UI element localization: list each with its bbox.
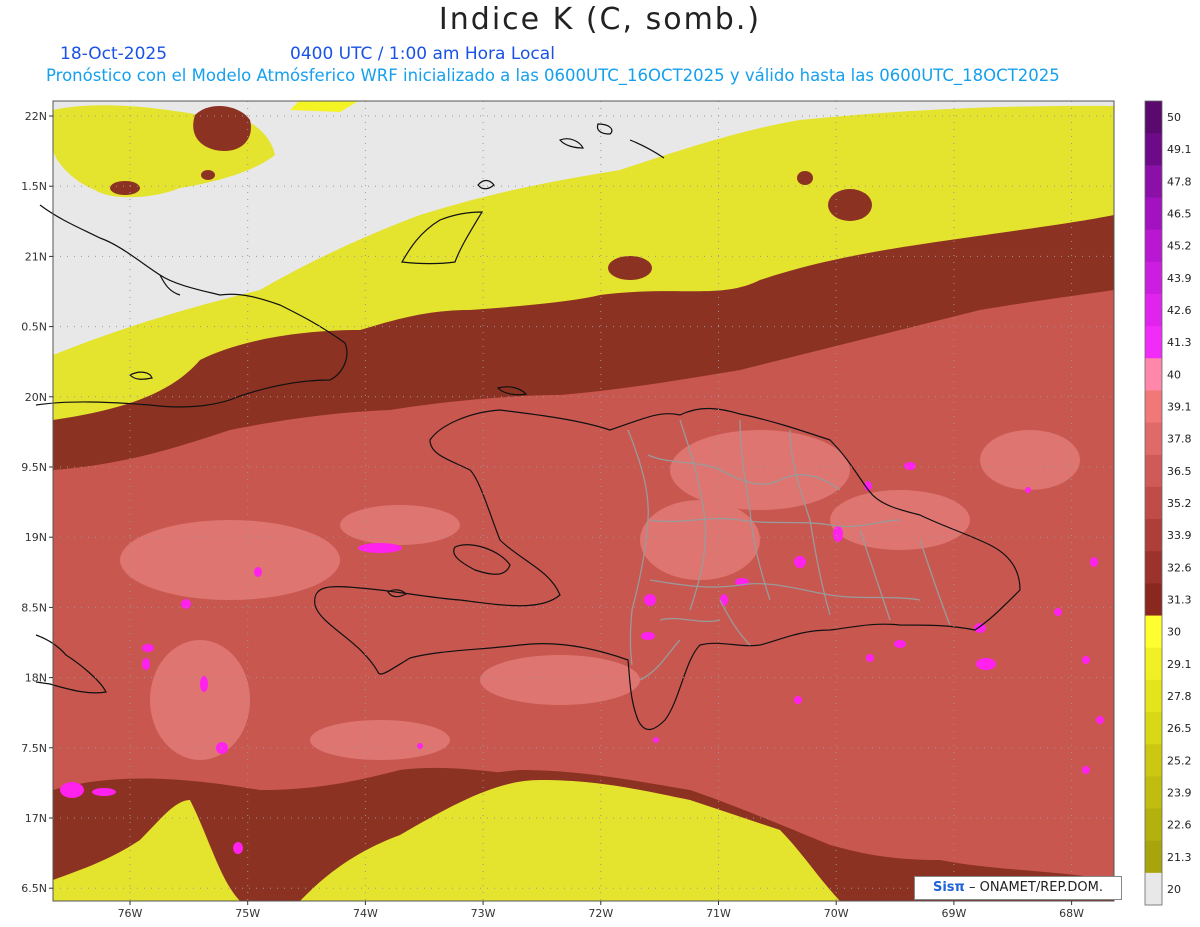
credit-text: – ONAMET/REP.DOM. bbox=[968, 880, 1103, 895]
colorbar-swatch bbox=[1145, 454, 1162, 488]
colorbar-swatch bbox=[1145, 326, 1162, 359]
lat-label: 18N bbox=[25, 672, 47, 685]
lon-axis: 76W 75W 74W 73W 72W 71W 70W 69W 68W bbox=[118, 901, 1084, 920]
colorbar-label: 32.6 bbox=[1167, 561, 1192, 574]
lat-label: 22N bbox=[25, 110, 47, 123]
colorbar-swatch bbox=[1145, 840, 1162, 874]
lon-label: 73W bbox=[471, 907, 496, 920]
colorbar-swatch bbox=[1145, 615, 1162, 649]
colorbar-label: 50 bbox=[1167, 111, 1181, 124]
colorbar-swatch bbox=[1145, 165, 1162, 198]
lat-label: 1.5N bbox=[21, 180, 47, 193]
colorbar-label: 42.6 bbox=[1167, 304, 1192, 317]
colorbar-label: 37.8 bbox=[1167, 433, 1192, 446]
colorbar-label: 26.5 bbox=[1167, 722, 1192, 735]
colorbar-swatch bbox=[1145, 390, 1162, 424]
colorbar-swatch bbox=[1145, 776, 1162, 810]
lon-label: 71W bbox=[706, 907, 731, 920]
map-field bbox=[53, 101, 1114, 901]
colorbar-swatch bbox=[1145, 872, 1162, 906]
colorbar-swatch bbox=[1145, 261, 1162, 295]
colorbar-label: 36.5 bbox=[1167, 465, 1192, 478]
colorbar-swatch bbox=[1145, 229, 1162, 263]
colorbar-swatch bbox=[1145, 197, 1162, 231]
lon-label: 72W bbox=[588, 907, 613, 920]
lon-label: 70W bbox=[824, 907, 849, 920]
colorbar-label: 22.6 bbox=[1167, 819, 1192, 832]
colorbar-swatch bbox=[1145, 712, 1162, 745]
lat-label: 19N bbox=[25, 531, 47, 544]
colorbar-swatch bbox=[1145, 422, 1162, 456]
colorbar-swatch bbox=[1145, 486, 1162, 520]
colorbar-label: 31.3 bbox=[1167, 593, 1192, 606]
colorbar-label: 43.9 bbox=[1167, 272, 1192, 285]
colorbar-label: 20 bbox=[1167, 883, 1181, 896]
colorbar-label: 30 bbox=[1167, 626, 1181, 639]
colorbar-label: 29.1 bbox=[1167, 658, 1192, 671]
lon-label: 68W bbox=[1059, 907, 1084, 920]
lat-label: 17N bbox=[25, 812, 47, 825]
colorbar-label: 41.3 bbox=[1167, 336, 1192, 349]
lat-label: 21N bbox=[25, 250, 47, 263]
lat-label: 7.5N bbox=[21, 742, 47, 755]
credit-box: Sisπ – ONAMET/REP.DOM. bbox=[914, 876, 1122, 900]
lon-label: 75W bbox=[235, 907, 260, 920]
colorbar-swatch bbox=[1145, 101, 1162, 134]
colorbar-swatch bbox=[1145, 744, 1162, 777]
colorbar-swatch bbox=[1145, 133, 1162, 166]
colorbar-swatch bbox=[1145, 519, 1162, 552]
colorbar-label: 35.2 bbox=[1167, 497, 1192, 510]
lat-label: 9.5N bbox=[21, 461, 47, 474]
colorbar-label: 27.8 bbox=[1167, 690, 1192, 703]
lat-label: 20N bbox=[25, 391, 47, 404]
colorbar-swatch bbox=[1145, 583, 1162, 617]
colorbar-label: 33.9 bbox=[1167, 529, 1192, 542]
colorbar-label: 47.8 bbox=[1167, 175, 1192, 188]
colorbar-swatch bbox=[1145, 551, 1162, 584]
colorbar-swatch bbox=[1145, 358, 1162, 391]
colorbar-label: 39.1 bbox=[1167, 401, 1192, 414]
colorbar-label: 46.5 bbox=[1167, 208, 1192, 221]
colorbar-swatch bbox=[1145, 808, 1162, 842]
colorbar-label: 23.9 bbox=[1167, 786, 1192, 799]
lon-label: 69W bbox=[941, 907, 966, 920]
colorbar-label: 49.1 bbox=[1167, 143, 1192, 156]
lon-label: 74W bbox=[353, 907, 378, 920]
colorbar-label: 21.3 bbox=[1167, 851, 1192, 864]
colorbar-label: 25.2 bbox=[1167, 754, 1192, 767]
colorbar-label: 45.2 bbox=[1167, 240, 1192, 253]
colorbar: 50 49.1 47.8 46.5 45.2 43.9 42.6 41.3 40 39.1 37.8… bbox=[1144, 100, 1192, 906]
lon-label: 76W bbox=[118, 907, 143, 920]
colorbar-swatch bbox=[1145, 647, 1162, 681]
colorbar-label: 40 bbox=[1167, 368, 1181, 381]
lat-axis: 22N 1.5N 21N 0.5N 20N 9.5N 19N 8.5N 18N 7.5N 17N 6.… bbox=[21, 110, 53, 895]
sispi-logo: Sisπ bbox=[932, 880, 965, 895]
colorbar-swatch bbox=[1145, 293, 1162, 327]
lat-label: 0.5N bbox=[21, 321, 47, 334]
lat-label: 8.5N bbox=[21, 601, 47, 614]
colorbar-swatch bbox=[1145, 679, 1162, 713]
lat-label: 6.5N bbox=[21, 882, 47, 895]
k-index-map: 22N 1.5N 21N 0.5N 20N 9.5N 19N 8.5N 18N 7.5N 17N 6.… bbox=[21, 100, 1192, 920]
